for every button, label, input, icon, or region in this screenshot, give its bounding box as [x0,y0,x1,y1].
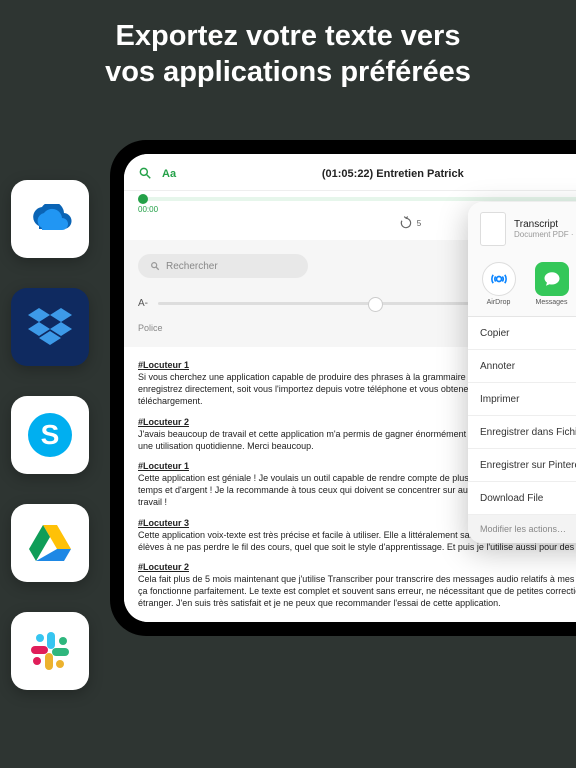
share-doc-subtitle: Document PDF · 15 ko [514,230,576,239]
search-input[interactable]: Rechercher [138,254,308,278]
marketing-headline: Exportez votre texte vers vos applicatio… [0,0,576,113]
speaker-text: Cela fait plus de 5 mois maintenant que … [138,573,576,609]
headline-line2: vos applications préférées [105,56,471,88]
time-start: 00:00 [138,205,158,214]
app-tile-skype: S [11,396,89,474]
share-target-airdrop[interactable]: AirDrop [482,262,516,306]
search-placeholder: Rechercher [166,261,218,272]
font-small-label: A- [138,298,148,309]
skype-icon: S [25,410,75,460]
app-screen: Aa (01:05:22) Entretien Patrick ⋯ OK 00:… [124,154,576,622]
menu-item-save-files[interactable]: Enregistrer dans Fichiers [468,416,576,449]
menu-item-print[interactable]: Imprimer [468,383,576,416]
share-sheet: Transcript Document PDF · 15 ko AirDrop … [468,202,576,543]
svg-text:S: S [41,419,60,450]
search-icon[interactable] [138,166,152,183]
app-tile-google-drive [11,504,89,582]
menu-item-annotate[interactable]: Annoter [468,350,576,383]
share-header: Transcript Document PDF · 15 ko [468,202,576,256]
onedrive-icon [25,204,75,234]
rewind-amount: 5 [417,219,421,228]
share-doc-name: Transcript [514,219,576,230]
menu-item-pinterest[interactable]: Enregistrer sur Pinterest [468,449,576,482]
google-drive-icon [27,523,73,563]
airdrop-icon [489,269,509,289]
app-icons-column: S [0,180,100,690]
share-target-messages[interactable]: Messages [535,262,569,306]
font-icon[interactable]: Aa [162,168,176,180]
messages-icon [543,270,561,288]
app-tile-dropbox [11,288,89,366]
share-footer[interactable]: Modifier les actions… [468,515,576,543]
app-tile-slack [11,612,89,690]
menu-item-copy[interactable]: Copier [468,317,576,350]
top-bar: Aa (01:05:22) Entretien Patrick ⋯ OK [124,154,576,191]
share-menu-list: Copier Annoter Imprimer Enregistrer dans… [468,317,576,515]
share-targets-row: AirDrop Messages Mail Notes [468,256,576,317]
speaker-label: #Locuteur 2 [138,561,576,573]
slack-icon [27,628,73,674]
dropbox-icon [28,308,72,346]
app-tile-onedrive [11,180,89,258]
document-icon [480,212,506,246]
document-title: (01:05:22) Entretien Patrick [186,168,576,180]
tablet-frame: Aa (01:05:22) Entretien Patrick ⋯ OK 00:… [110,140,576,636]
rewind-icon[interactable] [399,216,413,230]
headline-line1: Exportez votre texte vers [116,20,461,52]
menu-item-download[interactable]: Download File [468,482,576,515]
search-icon-small [150,261,160,271]
